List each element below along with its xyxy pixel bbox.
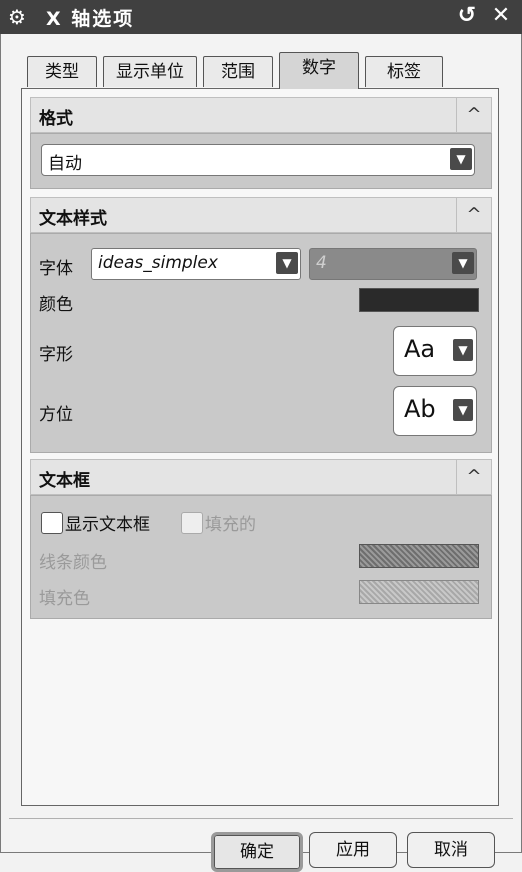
orientation-label: 方位 — [39, 405, 73, 425]
font-dropdown[interactable]: ideas_simplex ▼ — [91, 248, 301, 280]
text-box-section-header[interactable]: 文本框 ^ — [30, 459, 492, 495]
footer-divider — [9, 818, 513, 819]
title-bar: ⚙ X 轴选项 ↺ ✕ — [0, 0, 522, 34]
cancel-button[interactable]: 取消 — [407, 832, 495, 868]
fill-label: 填充的 — [205, 515, 256, 535]
format-dropdown-value: 自动 — [48, 154, 82, 174]
window-title: X 轴选项 — [46, 8, 135, 30]
collapse-icon[interactable]: ^ — [456, 98, 491, 132]
apply-button[interactable]: 应用 — [309, 832, 397, 868]
tab-display-units[interactable]: 显示单位 — [103, 56, 197, 87]
text-style-heading: 文本样式 — [39, 209, 107, 229]
chevron-down-icon[interactable]: ▼ — [452, 252, 474, 274]
tab-numbers[interactable]: 数字 — [279, 52, 359, 89]
font-size-dropdown[interactable]: 4 ▼ — [309, 248, 477, 280]
fill-color-label: 填充色 — [39, 589, 90, 609]
chevron-down-icon[interactable]: ▼ — [453, 399, 473, 421]
shape-label: 字形 — [39, 345, 73, 365]
tab-type[interactable]: 类型 — [27, 56, 97, 87]
format-section-body: 自动 ▼ — [30, 133, 492, 189]
fill-color-swatch[interactable] — [359, 580, 479, 604]
tab-labels[interactable]: 标签 — [365, 56, 443, 87]
font-color-swatch[interactable] — [359, 288, 479, 312]
gear-icon[interactable]: ⚙ — [6, 6, 28, 28]
chevron-down-icon[interactable]: ▼ — [450, 148, 472, 170]
font-size-value: 4 — [316, 253, 327, 273]
close-icon[interactable]: ✕ — [490, 5, 512, 27]
format-dropdown[interactable]: 自动 ▼ — [41, 144, 475, 176]
font-style-icon: Aa — [404, 335, 436, 363]
text-box-heading: 文本框 — [39, 471, 90, 491]
font-label: 字体 — [39, 259, 73, 279]
line-color-label: 线条颜色 — [39, 553, 107, 573]
collapse-icon[interactable]: ^ — [456, 460, 491, 494]
tab-panel: 格式 ^ 自动 ▼ 文本样式 ^ 字体 ideas_simplex ▼ 4 ▼ … — [21, 88, 499, 806]
orientation-button[interactable]: Ab ▼ — [393, 386, 477, 436]
reset-icon[interactable]: ↺ — [456, 5, 478, 27]
color-label: 颜色 — [39, 295, 73, 315]
format-section-header[interactable]: 格式 ^ — [30, 97, 492, 133]
dialog-body: 类型 显示单位 范围 数字 标签 格式 ^ 自动 ▼ 文本样式 ^ 字体 ide… — [0, 34, 522, 872]
text-box-section-body: 显示文本框 填充的 线条颜色 填充色 — [30, 495, 492, 619]
orientation-icon: Ab — [404, 395, 436, 423]
fill-checkbox[interactable] — [181, 512, 203, 534]
text-style-section-header[interactable]: 文本样式 ^ — [30, 197, 492, 233]
collapse-icon[interactable]: ^ — [456, 198, 491, 232]
format-heading: 格式 — [39, 109, 73, 129]
chevron-down-icon[interactable]: ▼ — [276, 252, 298, 274]
chevron-down-icon[interactable]: ▼ — [453, 339, 473, 361]
font-dropdown-value: ideas_simplex — [98, 253, 218, 273]
ok-button[interactable]: 确定 — [211, 832, 303, 872]
show-text-box-label: 显示文本框 — [65, 515, 150, 535]
show-text-box-checkbox[interactable] — [41, 512, 63, 534]
tab-range[interactable]: 范围 — [203, 56, 273, 87]
line-color-swatch[interactable] — [359, 544, 479, 568]
text-style-section-body: 字体 ideas_simplex ▼ 4 ▼ 颜色 字形 Aa ▼ 方位 Ab … — [30, 233, 492, 453]
font-style-button[interactable]: Aa ▼ — [393, 326, 477, 376]
